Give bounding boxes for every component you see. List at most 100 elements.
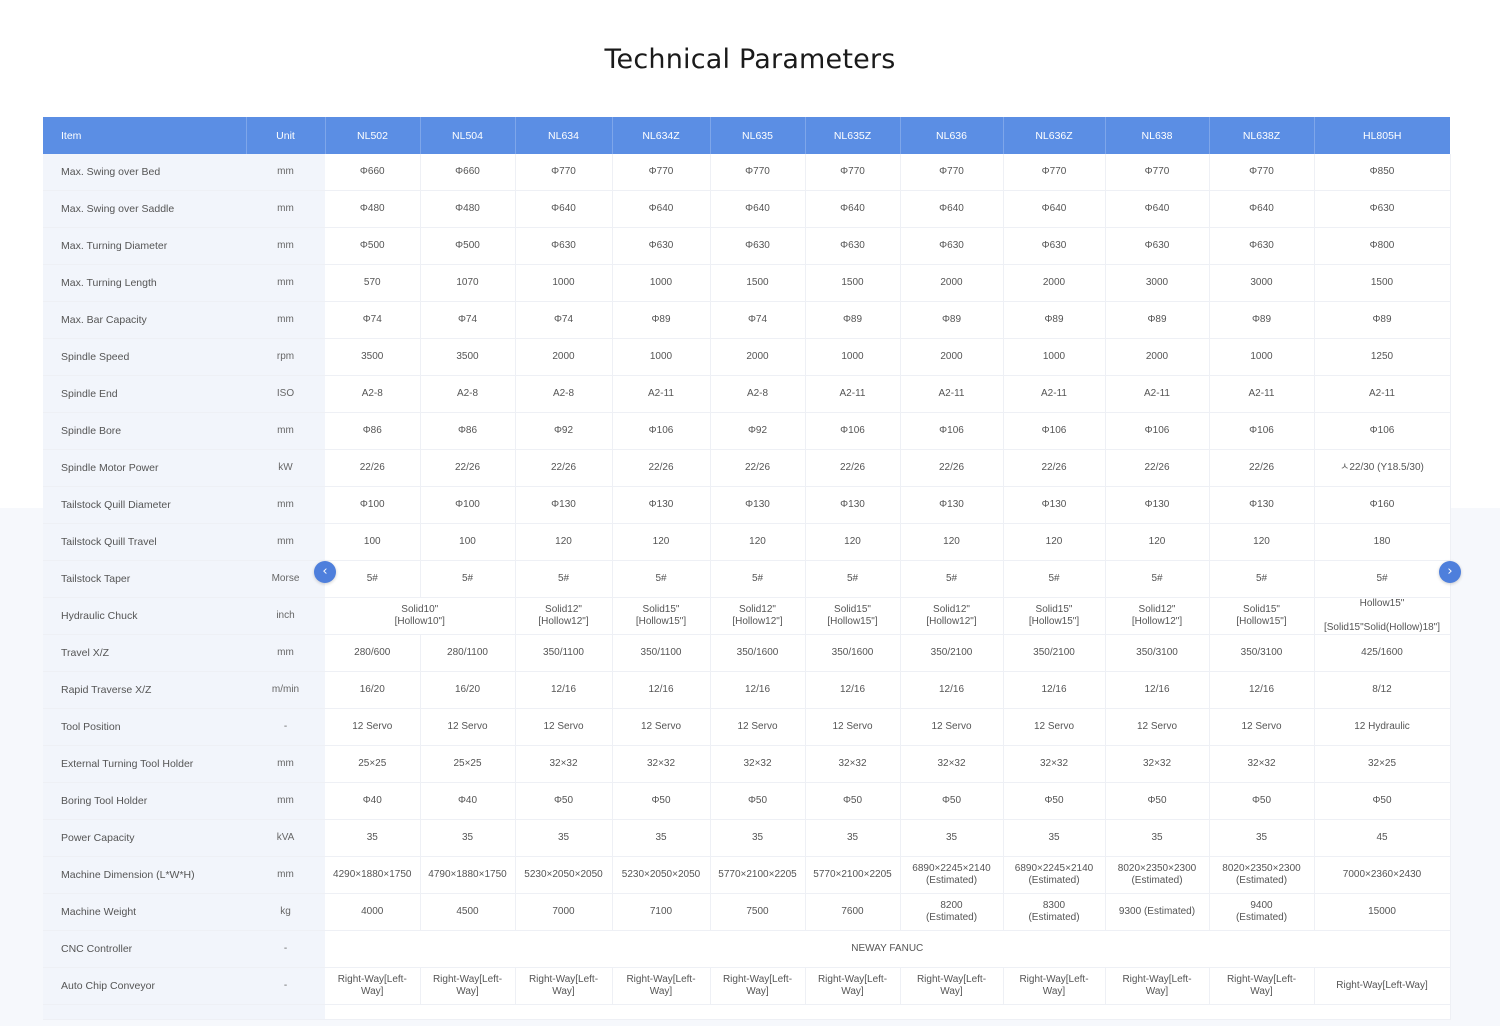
table-cell: Solid12" [Hollow12"] [1105, 597, 1210, 635]
table-cell: A2-11 [1314, 375, 1451, 413]
header-model: NL635 [710, 117, 806, 154]
row-unit: kg [246, 893, 325, 931]
table-cell: 1070 [420, 264, 516, 302]
row-item-label: Max. Turning Length [43, 264, 246, 302]
table-cell: Φ106 [612, 412, 711, 450]
header-model: NL635Z [805, 117, 901, 154]
table-cell: 32×32 [515, 745, 613, 783]
table-cell: Φ86 [325, 412, 421, 450]
table-cell: 350/2100 [900, 634, 1004, 672]
table-row: Tailstock Quill Diameter mm Φ100 Φ100 Φ130 Φ1… [43, 486, 1451, 524]
table-cell: 22/26 [1003, 449, 1106, 487]
table-cell: Φ770 [1003, 154, 1106, 191]
table-cell: 12 Servo [1209, 708, 1315, 746]
table-cell: 120 [515, 523, 613, 561]
table-cell: Φ770 [710, 154, 806, 191]
table-cell: 12/16 [1209, 671, 1315, 709]
table-cell: Φ50 [515, 782, 613, 820]
table-cell: 22/26 [612, 449, 711, 487]
table-cell: 5# [515, 560, 613, 598]
table-cell: Solid15" [Hollow15"] [612, 597, 711, 635]
table-cell: Φ640 [710, 190, 806, 228]
table-cell: 5# [1209, 560, 1315, 598]
row-item-label: Tailstock Quill Travel [43, 523, 246, 561]
table-cell: Φ660 [420, 154, 516, 191]
table-cell: 5# [325, 560, 421, 598]
table-cell: Φ89 [1105, 301, 1210, 339]
table-cell: NEWAY FANUC [325, 930, 1451, 968]
table-cell: Right-Way[Left- Way] [325, 967, 421, 1005]
table-cell: 3000 [1209, 264, 1315, 302]
table-cell: 100 [325, 523, 421, 561]
table-cell: 2000 [1003, 264, 1106, 302]
table-cell: Φ50 [805, 782, 901, 820]
table-cell: 16/20 [325, 671, 421, 709]
table-cell: Φ130 [805, 486, 901, 524]
table-row: Tool Position -12 Servo 12 Servo 12 Servo 12… [43, 708, 1451, 746]
table-cell: Right-Way[Left-Way] [1314, 967, 1451, 1005]
table-cell: 12 Hydraulic [1314, 708, 1451, 746]
table-cell: 1000 [612, 338, 711, 376]
table-cell: 7100 [612, 893, 711, 931]
table-cell: 12/16 [710, 671, 806, 709]
table-cell: Φ630 [805, 227, 901, 265]
parameters-table: Item Unit NL502 NL504 NL634 NL634Z NL635… [43, 117, 1451, 1020]
table-cell: 35 [325, 819, 421, 857]
row-unit: - [246, 930, 325, 968]
table-cell: Φ660 [325, 154, 421, 191]
table-cell: Φ50 [612, 782, 711, 820]
table-cell: 3500 [420, 338, 516, 376]
table-cell: Φ50 [900, 782, 1004, 820]
table-row: Tailstock Quill Travel mm 100 100 120 120 120 1… [43, 523, 1451, 561]
table-cell: Φ89 [1314, 301, 1451, 339]
row-unit: mm [246, 412, 325, 450]
table-cell: Φ480 [420, 190, 516, 228]
table-cell: Φ89 [1209, 301, 1315, 339]
table-cell: Φ74 [420, 301, 516, 339]
table-cell: 2000 [515, 338, 613, 376]
table-cell: 12/16 [900, 671, 1004, 709]
table-cell: Right-Way[Left- Way] [805, 967, 901, 1005]
table-cell: 25×25 [420, 745, 516, 783]
table-cell: 5# [1314, 560, 1451, 598]
table-cell: 32×32 [612, 745, 711, 783]
header-unit: Unit [246, 117, 326, 154]
table-cell: 7000 [515, 893, 613, 931]
table-row: Spindle Speed rpm 3500 3500 2000 1000 2000 1000… [43, 338, 1451, 376]
table-cell: Φ770 [1209, 154, 1315, 191]
chevron-right-icon[interactable]: › [1439, 561, 1461, 583]
row-item-label: Max. Swing over Bed [43, 154, 246, 191]
table-row: Spindle Bore mm Φ86 Φ86 Φ92 Φ106 Φ92 Φ106 Φ106 Φ1… [43, 412, 1451, 450]
table-cell: Φ770 [515, 154, 613, 191]
table-cell: 120 [805, 523, 901, 561]
table-cell: 7600 [805, 893, 901, 931]
table-cell: 570 [325, 264, 421, 302]
table-cell: 1000 [1003, 338, 1106, 376]
table-cell: 35 [420, 819, 516, 857]
table-cell: Φ770 [900, 154, 1004, 191]
chevron-left-icon[interactable]: ‹ [314, 561, 336, 583]
table-cell: ㅅ22/30 (Y18.5/30) [1314, 449, 1451, 487]
table-cell: Φ770 [1105, 154, 1210, 191]
row-unit: - [246, 708, 325, 746]
header-model: NL636Z [1003, 117, 1106, 154]
header-model: NL502 [325, 117, 421, 154]
table-cell: Φ850 [1314, 154, 1451, 191]
table-cell: 12/16 [1003, 671, 1106, 709]
table-cell: 5# [612, 560, 711, 598]
table-cell: Φ89 [900, 301, 1004, 339]
row-unit: mm [246, 154, 325, 191]
table-cell: 5# [1105, 560, 1210, 598]
table-cell: Right-Way[Left- Way] [612, 967, 711, 1005]
table-cell: 12 Servo [515, 708, 613, 746]
table-row: Machine Dimension (L*W*H) mm 4290×1880×175… [43, 856, 1451, 894]
table-cell: Φ89 [805, 301, 901, 339]
table-cell: Φ800 [1314, 227, 1451, 265]
row-unit [246, 1004, 325, 1020]
table-cell: 32×32 [710, 745, 806, 783]
row-item-label: Hydraulic Chuck [43, 597, 246, 635]
header-item: Item [43, 117, 247, 154]
table-row: Travel X/Z mm 280/600 280/1100 350/1100 350/1… [43, 634, 1451, 672]
table-cell: 350/2100 [1003, 634, 1106, 672]
row-unit: Morse [246, 560, 325, 598]
